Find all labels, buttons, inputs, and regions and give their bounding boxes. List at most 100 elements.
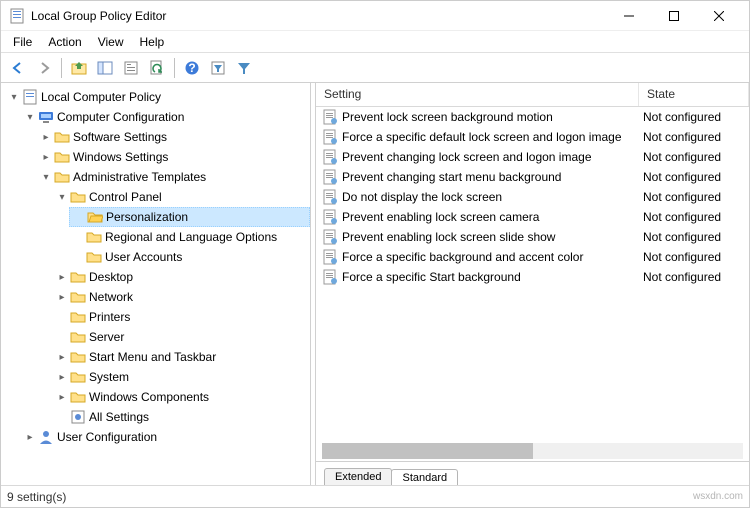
tree-computer-configuration[interactable]: ▾ Computer Configuration (21, 107, 310, 127)
list-row[interactable]: Prevent enabling lock screen cameraNot c… (316, 207, 749, 227)
setting-text: Prevent changing start menu background (342, 170, 639, 184)
column-state[interactable]: State (639, 83, 749, 106)
filter-options-button[interactable] (207, 57, 229, 79)
setting-text: Force a specific background and accent c… (342, 250, 639, 264)
policy-item-icon (322, 189, 338, 205)
list-row[interactable]: Force a specific Start backgroundNot con… (316, 267, 749, 287)
state-text: Not configured (639, 250, 749, 264)
list-row[interactable]: Prevent enabling lock screen slide showN… (316, 227, 749, 247)
filter-button[interactable] (233, 57, 255, 79)
list-row[interactable]: Prevent changing lock screen and logon i… (316, 147, 749, 167)
toolbar: ? (1, 53, 749, 83)
tree-server[interactable]: Server (53, 327, 310, 347)
folder-icon (70, 269, 86, 285)
collapse-icon[interactable]: ▾ (55, 190, 69, 204)
state-text: Not configured (639, 190, 749, 204)
tab-extended[interactable]: Extended (324, 468, 392, 485)
user-icon (38, 429, 54, 445)
tree-desktop[interactable]: ▸ Desktop (53, 267, 310, 287)
tree-label: Server (89, 330, 124, 344)
tree-label: Control Panel (89, 190, 162, 204)
expand-icon[interactable]: ▸ (55, 390, 69, 404)
expand-icon[interactable]: ▸ (39, 130, 53, 144)
tree-label: Windows Components (89, 390, 209, 404)
close-button[interactable] (696, 2, 741, 30)
tree-control-panel[interactable]: ▾ Control Panel (53, 187, 310, 207)
list-row[interactable]: Prevent changing start menu backgroundNo… (316, 167, 749, 187)
list-row[interactable]: Do not display the lock screenNot config… (316, 187, 749, 207)
minimize-button[interactable] (606, 2, 651, 30)
up-button[interactable] (68, 57, 90, 79)
collapse-icon[interactable]: ▾ (7, 90, 21, 104)
tree-user-accounts[interactable]: User Accounts (69, 247, 310, 267)
menu-action[interactable]: Action (40, 33, 89, 51)
tree-user-configuration[interactable]: ▸User Configuration (21, 427, 310, 447)
list-row[interactable]: Force a specific background and accent c… (316, 247, 749, 267)
tree-label: Personalization (106, 210, 188, 224)
list-row[interactable]: Prevent lock screen background motionNot… (316, 107, 749, 127)
tree-label: Regional and Language Options (105, 230, 277, 244)
policy-icon (22, 89, 38, 105)
tree-label: Windows Settings (73, 150, 168, 164)
tree-label: System (89, 370, 129, 384)
tree-windows-settings[interactable]: ▸ Windows Settings (37, 147, 310, 167)
setting-text: Prevent changing lock screen and logon i… (342, 150, 639, 164)
expand-icon[interactable]: ▸ (23, 430, 37, 444)
tab-standard[interactable]: Standard (391, 469, 458, 485)
folder-icon (70, 309, 86, 325)
view-tabs: Extended Standard (316, 461, 749, 485)
tree-start-menu-taskbar[interactable]: ▸Start Menu and Taskbar (53, 347, 310, 367)
show-hide-tree-button[interactable] (94, 57, 116, 79)
folder-icon (70, 389, 86, 405)
help-button[interactable]: ? (181, 57, 203, 79)
collapse-icon[interactable]: ▾ (39, 170, 53, 184)
policy-item-icon (322, 229, 338, 245)
tree-software-settings[interactable]: ▸ Software Settings (37, 127, 310, 147)
scrollbar-thumb[interactable] (322, 443, 533, 459)
column-setting[interactable]: Setting (316, 83, 639, 106)
forward-button[interactable] (33, 57, 55, 79)
properties-button[interactable] (120, 57, 142, 79)
refresh-button[interactable] (146, 57, 168, 79)
menu-view[interactable]: View (90, 33, 132, 51)
list-row[interactable]: Force a specific default lock screen and… (316, 127, 749, 147)
policy-item-icon (322, 249, 338, 265)
tree-root[interactable]: ▾ Local Computer Policy (5, 87, 310, 107)
menu-file[interactable]: File (5, 33, 40, 51)
toolbar-separator (61, 58, 62, 78)
tree-label: Desktop (89, 270, 133, 284)
horizontal-scrollbar[interactable] (322, 443, 743, 459)
back-button[interactable] (7, 57, 29, 79)
menu-help[interactable]: Help (132, 33, 173, 51)
computer-icon (38, 109, 54, 125)
tree-windows-components[interactable]: ▸ Windows Components (53, 387, 310, 407)
tree-all-settings[interactable]: All Settings (53, 407, 310, 427)
tree-system[interactable]: ▸ System (53, 367, 310, 387)
statusbar: 9 setting(s) wsxdn.com (1, 485, 749, 507)
svg-text:?: ? (188, 61, 195, 75)
settings-icon (70, 409, 86, 425)
toolbar-separator (174, 58, 175, 78)
setting-text: Force a specific default lock screen and… (342, 130, 639, 144)
tree-printers[interactable]: Printers (53, 307, 310, 327)
list-body[interactable]: Prevent lock screen background motionNot… (316, 107, 749, 439)
collapse-icon[interactable]: ▾ (23, 110, 37, 124)
expand-icon[interactable]: ▸ (39, 150, 53, 164)
maximize-button[interactable] (651, 2, 696, 30)
tree-administrative-templates[interactable]: ▾Administrative Templates (37, 167, 310, 187)
state-text: Not configured (639, 230, 749, 244)
tree-label: Printers (89, 310, 130, 324)
window-title: Local Group Policy Editor (31, 9, 606, 23)
tree-regional-language-options[interactable]: Regional and Language Options (69, 227, 310, 247)
expand-icon[interactable]: ▸ (55, 270, 69, 284)
expand-icon[interactable]: ▸ (55, 350, 69, 364)
tree-network[interactable]: ▸Network (53, 287, 310, 307)
folder-icon (70, 369, 86, 385)
tree-pane[interactable]: ▾ Local Computer Policy ▾ Computer Confi… (1, 83, 311, 485)
expand-icon[interactable]: ▸ (55, 290, 69, 304)
policy-item-icon (322, 209, 338, 225)
tree-label: Software Settings (73, 130, 167, 144)
expand-icon[interactable]: ▸ (55, 370, 69, 384)
tree-personalization[interactable]: Personalization (69, 207, 310, 227)
status-count: 9 setting(s) (7, 490, 66, 504)
